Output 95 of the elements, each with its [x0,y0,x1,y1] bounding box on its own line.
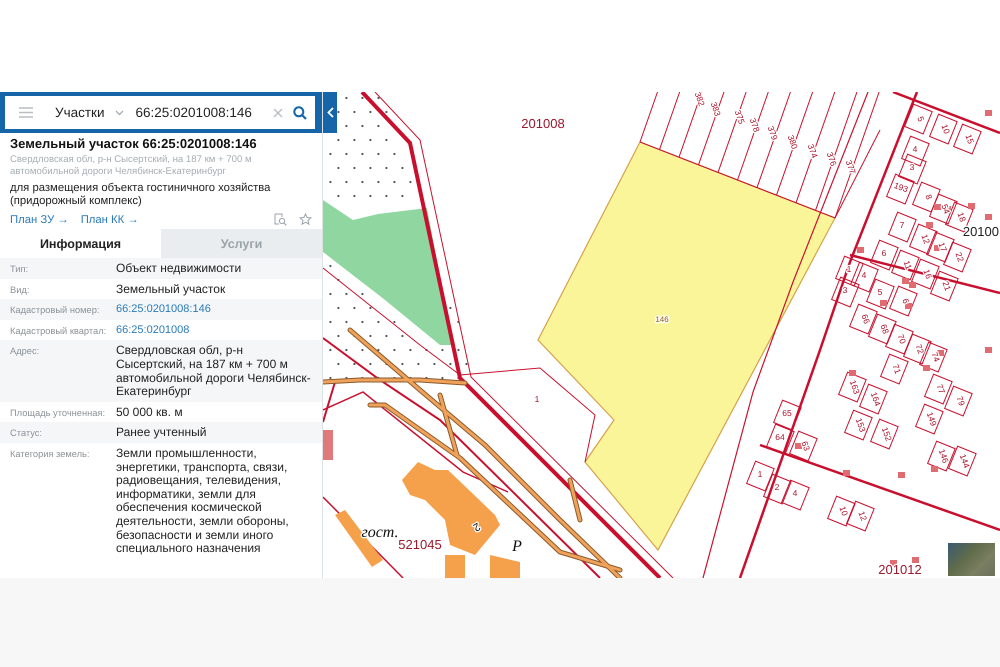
map-label: 149 [924,410,939,428]
map-label: 77 [934,382,948,396]
search-input[interactable]: 66:25:0201008:146 [136,105,263,120]
map-label: 5 [878,287,882,297]
chevron-down-icon[interactable] [114,110,124,116]
map-label: Р [512,538,522,555]
map-label: 74 [930,350,942,364]
map-label: 201012 [878,562,922,577]
map-label: 193 [892,180,910,194]
map-label: 2 [774,482,780,492]
search-field[interactable]: Участки 66:25:0201008:146 [5,96,315,129]
field-value: Объект недвижимости [116,262,242,276]
field-value: Земельный участок [116,282,226,296]
map-label: гост. [361,524,399,541]
document-search-icon[interactable] [274,213,287,226]
map-label: 382 [692,92,707,108]
map-label: 2 [470,520,482,534]
map-label: 71 [890,362,904,376]
field-value: Земли промышленности, энергетики, транспорта, связи, радиовещания, телевидения, информатики, земли для обеспечения космической деятельности, земли обороны, безопасности и земли иного специального назначения [116,446,290,556]
map-label: 3 [842,285,848,295]
map-label: 375 [732,108,747,126]
plan-link[interactable]: План КК → [80,214,139,226]
field-label: Площадь уточненная: [10,406,106,418]
parcel-address: Свердловская обл, р-н Сысертский, на 187 км + 700 м автомобильной дороги Челябинск-Екатеринбург [10,154,253,177]
map-label: 163 [848,378,862,396]
map-label: 64 [775,432,785,442]
map-label: 6 [882,248,886,258]
map-label: 1 [758,469,762,479]
cadastral-link[interactable]: 66:25:0201008 [116,324,312,338]
menu-icon[interactable] [19,107,33,118]
field-label: Кадастровый квартал: [10,324,108,336]
map-label: 152 [880,426,894,442]
map-label: 70 [896,332,908,346]
parcel-title: Земельный участок 66:25:0201008:146 [10,136,258,151]
map-label: 79 [954,394,968,408]
satellite-layer-thumbnail[interactable] [948,543,995,576]
category-dropdown[interactable]: Участки [55,105,104,120]
map-label: 10 [940,122,952,136]
map-label: 378 [748,116,762,134]
map-label: 18 [956,210,968,224]
map-label: 521045 [398,537,442,552]
map-label: 11 [902,259,914,271]
close-icon[interactable] [273,108,283,118]
map-label: 383 [708,100,723,118]
map-label: 54 [940,202,952,216]
map-label: 17 [936,240,950,254]
map-label: 10 [838,504,850,518]
search-icon[interactable] [293,106,307,120]
map-label: 4 [792,488,798,498]
field-label: Кадастровый номер: [10,304,100,316]
map-label: 1 [534,394,540,404]
map-label: 6 [900,297,912,305]
map-label: 379 [766,124,780,142]
field-value: 50 000 кв. м [116,406,184,420]
map-label: 12 [920,232,932,246]
map-label: 65 [782,408,792,418]
map-label: 21 [940,280,954,292]
map-label: 380 [786,134,800,150]
parcel-purpose: для размещения объекта гостиничного хозяйства (придорожный комплекс) [10,182,272,208]
field-label: Категория земель: [10,448,90,459]
field-value: Свердловская обл, р-н Сысертский, на 187 км + 700 м автомобильной дороги Челябинск-Екатеринбург [116,344,312,399]
map-label: 15 [964,132,976,146]
map-label: 164 [868,390,883,408]
field-label: Статус: [10,427,43,438]
star-icon[interactable] [299,213,312,226]
map-label: 5 [915,115,926,123]
map-label: 8 [923,193,934,201]
field-value: Ранее учтенный [116,426,208,440]
map-label: 66 [860,312,872,326]
map-label: 153 [854,416,868,434]
map-label: 146 [655,315,669,324]
map-label: 377 [844,158,858,176]
map-label: 4 [862,270,866,280]
field-label: Тип: [10,263,30,274]
map-label: 374 [806,142,820,160]
field-label: Адрес: [10,345,40,356]
map-label: 7 [900,220,904,230]
map-label: 22 [954,250,966,264]
plan-link[interactable]: План ЗУ → [10,214,69,226]
map-label: 144 [958,452,972,470]
map-label: 72 [914,342,926,356]
map-label: 3 [910,162,914,172]
collapse-panel-button[interactable] [323,92,337,133]
chevron-left-icon[interactable] [326,107,334,118]
map-label: 146 [936,448,951,464]
cadastral-link[interactable]: 66:25:0201008:146 [116,303,312,317]
map-label: 68 [878,322,892,336]
map-label: 12 [856,510,870,522]
map-label: 20100 [962,224,999,239]
map-label: 4 [912,144,918,154]
map-label: 63 [800,440,812,452]
map-label: 376 [824,150,839,168]
field-label: Вид: [10,284,30,295]
map-label: 201008 [521,116,565,131]
map-label: 16 [922,268,934,280]
